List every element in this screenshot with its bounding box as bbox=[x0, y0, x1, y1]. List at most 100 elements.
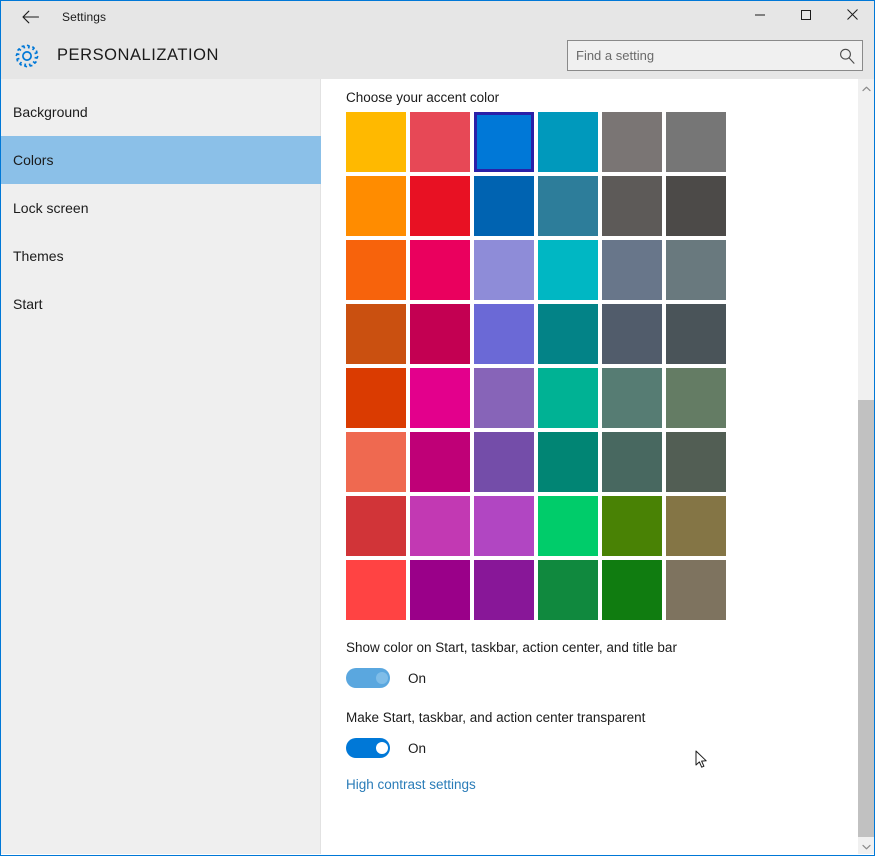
accent-swatch[interactable] bbox=[410, 304, 470, 364]
accent-swatch[interactable] bbox=[666, 112, 726, 172]
scroll-down-button[interactable] bbox=[858, 837, 874, 854]
accent-swatch[interactable] bbox=[666, 240, 726, 300]
sidebar-nav: Background Colors Lock screen Themes Sta… bbox=[1, 79, 321, 854]
mouse-cursor-icon bbox=[695, 750, 709, 770]
maximize-button[interactable] bbox=[783, 1, 829, 33]
swatch-cell bbox=[666, 304, 730, 368]
swatch-cell bbox=[602, 112, 666, 176]
accent-swatch[interactable] bbox=[474, 496, 534, 556]
accent-swatch[interactable] bbox=[666, 560, 726, 620]
swatch-cell bbox=[474, 560, 538, 624]
chevron-up-icon bbox=[861, 79, 871, 97]
sidebar-item-lock-screen[interactable]: Lock screen bbox=[1, 184, 321, 232]
swatch-cell bbox=[346, 304, 410, 368]
transparency-toggle[interactable] bbox=[346, 738, 390, 758]
accent-swatch[interactable] bbox=[474, 240, 534, 300]
accent-swatch[interactable] bbox=[410, 368, 470, 428]
accent-swatch[interactable] bbox=[602, 176, 662, 236]
accent-swatch[interactable] bbox=[474, 304, 534, 364]
sidebar-item-label: Background bbox=[13, 104, 88, 120]
scrollbar-thumb[interactable] bbox=[858, 400, 874, 837]
accent-swatch[interactable] bbox=[410, 432, 470, 492]
sidebar-item-background[interactable]: Background bbox=[1, 88, 321, 136]
accent-swatch[interactable] bbox=[410, 112, 470, 172]
swatch-cell bbox=[346, 176, 410, 240]
accent-swatch[interactable] bbox=[666, 368, 726, 428]
accent-swatch[interactable] bbox=[410, 560, 470, 620]
sidebar-item-themes[interactable]: Themes bbox=[1, 232, 321, 280]
swatch-cell bbox=[538, 560, 602, 624]
accent-swatch[interactable] bbox=[410, 176, 470, 236]
accent-swatch[interactable] bbox=[346, 368, 406, 428]
swatch-cell bbox=[410, 240, 474, 304]
high-contrast-settings-link[interactable]: High contrast settings bbox=[346, 777, 476, 792]
accent-swatch[interactable] bbox=[538, 304, 598, 364]
accent-swatch[interactable] bbox=[538, 432, 598, 492]
back-button[interactable] bbox=[7, 1, 53, 33]
toggle-knob bbox=[376, 742, 388, 754]
swatch-cell bbox=[410, 368, 474, 432]
minimize-button[interactable] bbox=[737, 1, 783, 33]
search-icon[interactable] bbox=[838, 47, 856, 65]
swatch-cell bbox=[666, 368, 730, 432]
search-input[interactable] bbox=[568, 41, 836, 70]
maximize-icon bbox=[800, 8, 812, 26]
show-color-toggle-state: On bbox=[408, 670, 427, 686]
swatch-cell bbox=[474, 240, 538, 304]
accent-swatch[interactable] bbox=[346, 432, 406, 492]
sidebar-item-colors[interactable]: Colors bbox=[1, 136, 321, 184]
accent-swatch[interactable] bbox=[602, 496, 662, 556]
accent-swatch[interactable] bbox=[538, 368, 598, 428]
swatch-cell bbox=[474, 304, 538, 368]
accent-swatch[interactable] bbox=[602, 304, 662, 364]
accent-swatch[interactable] bbox=[346, 176, 406, 236]
accent-swatch[interactable] bbox=[602, 560, 662, 620]
close-button[interactable] bbox=[829, 1, 874, 33]
swatch-cell bbox=[602, 432, 666, 496]
accent-swatch[interactable] bbox=[666, 496, 726, 556]
scroll-up-button[interactable] bbox=[858, 79, 874, 96]
accent-swatch[interactable] bbox=[602, 240, 662, 300]
swatch-cell bbox=[346, 112, 410, 176]
accent-swatch[interactable] bbox=[666, 304, 726, 364]
show-color-toggle[interactable] bbox=[346, 668, 390, 688]
accent-swatch[interactable] bbox=[474, 176, 534, 236]
accent-swatch[interactable] bbox=[538, 240, 598, 300]
accent-swatch[interactable] bbox=[538, 112, 598, 172]
accent-color-heading: Choose your accent color bbox=[346, 90, 500, 105]
swatch-cell bbox=[538, 432, 602, 496]
swatch-cell bbox=[474, 112, 538, 176]
accent-swatch[interactable] bbox=[538, 560, 598, 620]
swatch-cell bbox=[410, 496, 474, 560]
accent-swatch[interactable] bbox=[346, 496, 406, 556]
accent-swatch[interactable] bbox=[602, 432, 662, 492]
search-box[interactable] bbox=[567, 40, 863, 71]
accent-swatch[interactable] bbox=[538, 496, 598, 556]
accent-swatch[interactable] bbox=[666, 432, 726, 492]
swatch-cell bbox=[410, 112, 474, 176]
accent-swatch[interactable] bbox=[346, 112, 406, 172]
accent-swatch-selected[interactable] bbox=[474, 112, 534, 172]
accent-swatch[interactable] bbox=[410, 496, 470, 556]
accent-swatch[interactable] bbox=[346, 240, 406, 300]
swatch-cell bbox=[666, 560, 730, 624]
page-header: PERSONALIZATION bbox=[1, 32, 874, 79]
accent-swatch[interactable] bbox=[474, 368, 534, 428]
accent-swatch[interactable] bbox=[410, 240, 470, 300]
vertical-scrollbar[interactable] bbox=[858, 79, 874, 854]
accent-swatch[interactable] bbox=[666, 176, 726, 236]
swatch-cell bbox=[602, 560, 666, 624]
accent-swatch[interactable] bbox=[346, 304, 406, 364]
accent-swatch[interactable] bbox=[474, 560, 534, 620]
swatch-cell bbox=[538, 112, 602, 176]
toggle-knob bbox=[376, 672, 388, 684]
accent-swatch[interactable] bbox=[538, 176, 598, 236]
swatch-cell bbox=[346, 496, 410, 560]
transparency-setting-label: Make Start, taskbar, and action center t… bbox=[346, 710, 646, 725]
accent-swatch[interactable] bbox=[474, 432, 534, 492]
accent-swatch[interactable] bbox=[602, 112, 662, 172]
accent-swatch[interactable] bbox=[602, 368, 662, 428]
sidebar-item-start[interactable]: Start bbox=[1, 280, 321, 328]
accent-swatch[interactable] bbox=[346, 560, 406, 620]
